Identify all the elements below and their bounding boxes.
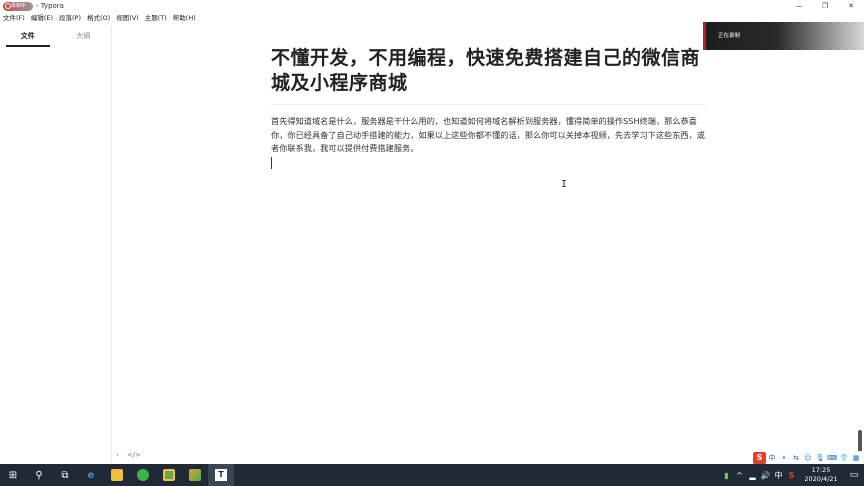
recording-badge: 录制中 <box>3 1 33 11</box>
search-icon[interactable]: ⚲ <box>26 464 52 486</box>
system-tray: ▮ ^ ▂ 🔊 中 S 17:25 2020/4/21 ▭ <box>720 464 864 486</box>
ime-chinese-mode[interactable]: 中 <box>766 452 778 464</box>
menu-format[interactable]: 格式(O) <box>84 12 113 24</box>
sogou-tray-icon[interactable]: S <box>785 471 798 480</box>
sogou-ime-logo-icon[interactable]: S <box>753 451 766 464</box>
network-icon[interactable]: ▂ <box>746 471 759 480</box>
ime-skin-icon[interactable]: 👕 <box>838 452 850 464</box>
ime-toolbox-icon[interactable]: ▦ <box>850 452 862 464</box>
editor-content[interactable]: 不懂开发，不用编程，快速免费搭建自己的微信商城及小程序商城 首先得知道域名是什么… <box>271 46 706 156</box>
sidebar: 文件 大纲 <box>0 26 112 464</box>
collapse-sidebar-icon[interactable]: ‹ <box>116 451 119 459</box>
source-code-mode-icon[interactable]: </> <box>127 451 141 459</box>
clock-time: 17:25 <box>811 466 831 474</box>
ime-punctuation-icon[interactable]: • <box>778 452 790 464</box>
task-view-icon[interactable]: ⧉ <box>52 464 78 486</box>
app-green-icon[interactable] <box>156 464 182 486</box>
app-image-icon[interactable] <box>182 464 208 486</box>
ibeam-cursor-icon: I <box>561 179 568 190</box>
document-paragraph[interactable]: 首先得知道域名是什么，服务器是干什么用的，也知道如何将域名解析到服务器，懂得简单… <box>271 115 706 156</box>
ime-voice-icon[interactable]: 🎙 <box>814 452 826 464</box>
editor-scrollbar[interactable] <box>858 430 862 452</box>
ime-emoji-icon[interactable]: ☺ <box>802 452 814 464</box>
input-language-indicator[interactable]: 中 <box>772 470 785 481</box>
menu-theme[interactable]: 主题(T) <box>142 12 170 24</box>
window-title: - Typora <box>36 2 64 10</box>
menu-paragraph[interactable]: 段落(P) <box>56 12 84 24</box>
show-hidden-icons-icon[interactable]: ^ <box>733 471 746 480</box>
edge-browser-icon[interactable]: e <box>78 464 104 486</box>
menu-edit[interactable]: 编辑(E) <box>28 12 56 24</box>
maximize-button[interactable]: ❐ <box>812 0 838 12</box>
ime-keyboard-icon[interactable]: ⌨ <box>826 452 838 464</box>
sidebar-footer: ‹ </> <box>116 451 141 459</box>
title-bar: 录制中 - Typora — ❐ ✕ <box>0 0 864 12</box>
battery-app-icon[interactable]: ▮ <box>720 471 733 480</box>
menu-file[interactable]: 文件(F) <box>0 12 28 24</box>
wechat-icon[interactable] <box>130 464 156 486</box>
tab-outline[interactable]: 大纲 <box>56 26 112 46</box>
text-caret <box>271 157 272 169</box>
recording-label: 正在录制 <box>718 33 741 39</box>
recording-badge-label: 录制中 <box>11 2 27 9</box>
recording-overlay: 正在录制 <box>703 22 864 50</box>
close-button[interactable]: ✕ <box>838 0 864 12</box>
window-controls: — ❐ ✕ <box>786 0 864 12</box>
minimize-button[interactable]: — <box>786 0 812 12</box>
typora-icon[interactable]: T <box>208 464 234 486</box>
menu-help[interactable]: 帮助(H) <box>170 12 199 24</box>
document-title[interactable]: 不懂开发，不用编程，快速免费搭建自己的微信商城及小程序商城 <box>271 46 706 105</box>
windows-start-icon[interactable]: ⊞ <box>0 464 26 486</box>
clock-date: 2020/4/21 <box>804 475 838 483</box>
active-tab-indicator <box>6 45 50 47</box>
ime-toolbar: S 中 • ⇆ ☺ 🎙 ⌨ 👕 ▦ <box>753 451 864 464</box>
clock[interactable]: 17:25 2020/4/21 <box>798 466 844 484</box>
volume-icon[interactable]: 🔊 <box>759 471 772 480</box>
record-dot-icon <box>5 2 11 9</box>
ime-switch-icon[interactable]: ⇆ <box>790 452 802 464</box>
menu-bar: 文件(F) 编辑(E) 段落(P) 格式(O) 视图(V) 主题(T) 帮助(H… <box>0 12 199 24</box>
notification-center-icon[interactable]: ▭ <box>844 470 864 480</box>
file-explorer-icon[interactable] <box>104 464 130 486</box>
sidebar-tabs: 文件 大纲 <box>0 26 111 46</box>
tab-files[interactable]: 文件 <box>0 26 56 46</box>
taskbar: ⊞ ⚲ ⧉ e T ▮ ^ ▂ 🔊 中 S 17:25 2020/4/21 ▭ <box>0 464 864 486</box>
menu-view[interactable]: 视图(V) <box>113 12 142 24</box>
